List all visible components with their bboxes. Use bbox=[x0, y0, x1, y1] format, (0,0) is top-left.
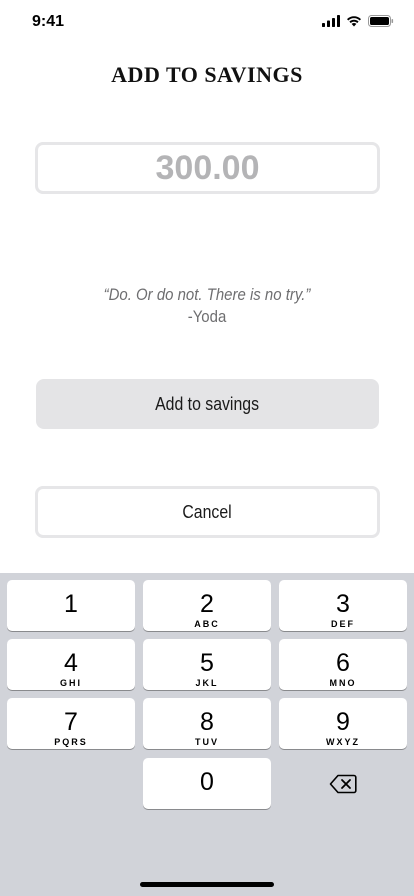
delete-key[interactable] bbox=[279, 758, 407, 809]
key-7[interactable]: 7 PQRS bbox=[7, 698, 135, 749]
status-bar: 9:41 bbox=[0, 0, 414, 44]
quote-author: -Yoda bbox=[187, 307, 227, 326]
quote: “Do. Or do not. There is no try.” -Yoda bbox=[0, 284, 414, 328]
add-to-savings-button[interactable]: Add to savings bbox=[36, 379, 379, 429]
key-4[interactable]: 4 GHI bbox=[7, 639, 135, 690]
amount-input[interactable] bbox=[38, 148, 377, 188]
status-icons bbox=[322, 15, 394, 27]
key-1[interactable]: 1 bbox=[7, 580, 135, 631]
key-0[interactable]: 0 bbox=[143, 758, 271, 809]
key-digit: 0 bbox=[200, 768, 214, 796]
key-letters: DEF bbox=[331, 619, 355, 629]
key-letters: GHI bbox=[59, 678, 82, 688]
add-to-savings-label: Add to savings bbox=[155, 393, 260, 414]
key-digit: 3 bbox=[336, 590, 350, 618]
key-digit: 5 bbox=[200, 649, 214, 677]
battery-icon bbox=[368, 15, 394, 27]
numeric-keypad: 1 2 ABC 3 DEF 4 GHI 5 JKL 6 MNO 7 PQRS 8… bbox=[0, 573, 414, 896]
key-letters: ABC bbox=[194, 619, 220, 629]
status-time: 9:41 bbox=[32, 13, 65, 30]
key-digit: 1 bbox=[64, 590, 78, 618]
key-letters: JKL bbox=[195, 678, 219, 688]
backspace-icon bbox=[329, 774, 357, 793]
cancel-button[interactable]: Cancel bbox=[35, 486, 380, 538]
key-letters: WXYZ bbox=[326, 737, 360, 747]
cancel-label: Cancel bbox=[182, 501, 233, 522]
key-letters: MNO bbox=[329, 678, 357, 688]
key-digit: 6 bbox=[336, 649, 350, 677]
wifi-icon bbox=[347, 16, 361, 27]
key-digit: 7 bbox=[64, 708, 78, 736]
key-digit: 2 bbox=[200, 590, 214, 618]
home-indicator bbox=[140, 882, 274, 887]
page-title: ADD TO SAVINGS bbox=[111, 62, 303, 87]
amount-field[interactable] bbox=[35, 142, 380, 194]
key-6[interactable]: 6 MNO bbox=[279, 639, 407, 690]
key-digit: 4 bbox=[64, 649, 78, 677]
key-8[interactable]: 8 TUV bbox=[143, 698, 271, 749]
key-digit: 8 bbox=[200, 708, 214, 736]
cellular-signal-icon bbox=[322, 15, 340, 27]
key-2[interactable]: 2 ABC bbox=[143, 580, 271, 631]
key-letters: TUV bbox=[195, 737, 219, 747]
quote-text: “Do. Or do not. There is no try.” bbox=[103, 285, 311, 304]
key-5[interactable]: 5 JKL bbox=[143, 639, 271, 690]
key-9[interactable]: 9 WXYZ bbox=[279, 698, 407, 749]
key-letters: PQRS bbox=[54, 737, 88, 747]
key-3[interactable]: 3 DEF bbox=[279, 580, 407, 631]
key-digit: 9 bbox=[336, 708, 350, 736]
